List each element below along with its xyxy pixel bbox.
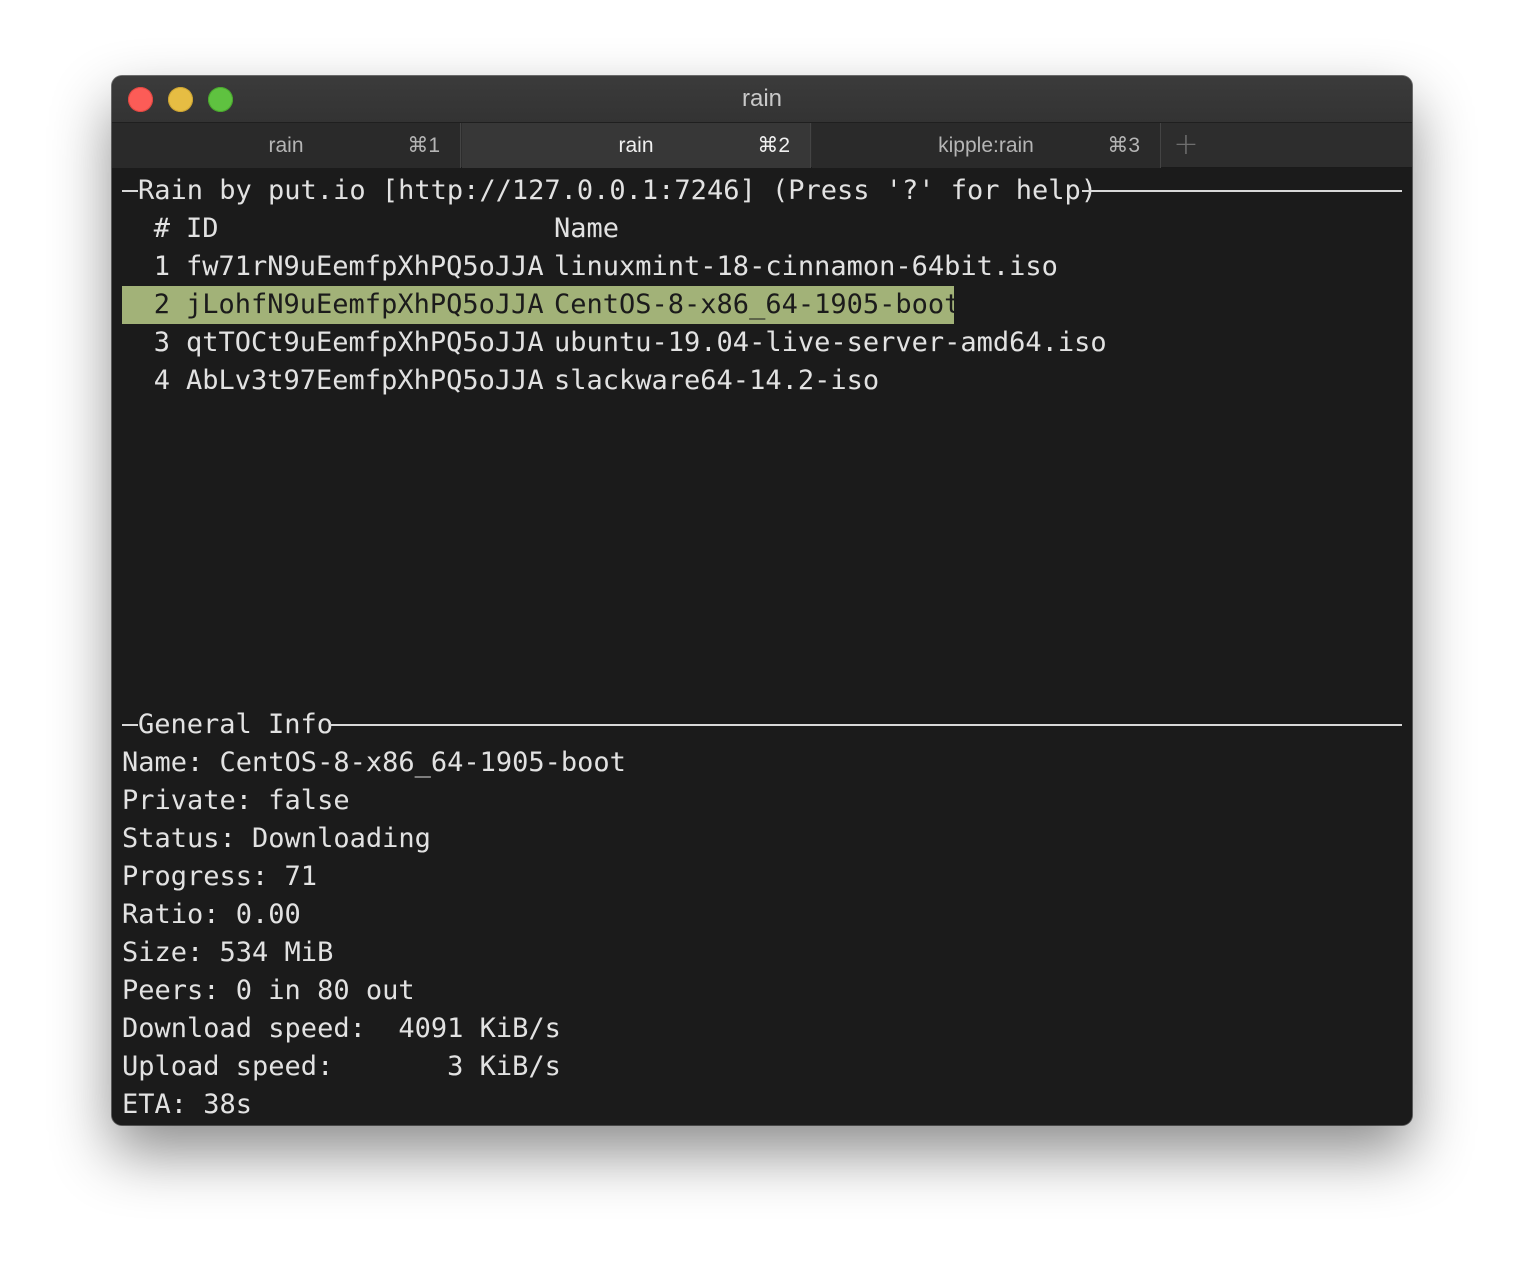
panel-border <box>122 190 138 192</box>
row-id: qtTOCt9uEemfpXhPQ5oJJA <box>186 327 544 358</box>
terminal-content[interactable]: Rain by put.io [http://127.0.0.1:7246] (… <box>112 168 1412 1125</box>
row-num: 3 <box>153 327 170 358</box>
info-line: Progress: 71 <box>122 861 318 892</box>
title-bar[interactable]: rain <box>112 76 1412 122</box>
info-line: Download speed: 4091 KiB/s <box>122 1013 561 1044</box>
info-line: Ratio: 0.00 <box>122 899 301 930</box>
info-line: Status: Downloading <box>122 823 431 854</box>
tab-shortcut: ⌘2 <box>757 134 790 157</box>
panel-border <box>122 724 138 726</box>
row-num: 2 <box>153 289 170 320</box>
row-num: 1 <box>153 251 170 282</box>
window-title: rain <box>741 85 783 112</box>
table-header: # ID Name <box>122 210 619 248</box>
tab-shortcut: ⌘1 <box>407 134 440 157</box>
row-name: ubuntu-19.04-live-server-amd64.iso <box>554 327 1107 358</box>
tab-3[interactable]: kipple:rain ⌘3 <box>812 123 1161 168</box>
row-id: jLohfN9uEemfpXhPQ5oJJA <box>186 289 544 320</box>
table-row[interactable]: 1 fw71rN9uEemfpXhPQ5oJJA linuxmint-18-cinn… <box>122 248 1058 286</box>
tab-2[interactable]: rain ⌘2 <box>462 123 811 168</box>
table-row[interactable]: 3 qtTOCt9uEemfpXhPQ5oJJA ubuntu-19.04-live… <box>122 324 1107 362</box>
header-num: # <box>153 213 170 244</box>
new-tab-plus-icon[interactable]: + <box>1166 123 1206 168</box>
info-line: Upload speed: 3 KiB/s <box>122 1051 561 1082</box>
header-id: ID <box>186 213 219 244</box>
row-name: CentOS-8-x86_64-1905-boot <box>554 289 961 320</box>
row-name: slackware64-14.2-iso <box>554 365 880 396</box>
row-id: AbLv3t97EemfpXhPQ5oJJA <box>186 365 544 396</box>
row-num: 4 <box>153 365 170 396</box>
tab-bar: rain ⌘1 rain ⌘2 kipple:rain ⌘3 + <box>112 122 1412 168</box>
table-row[interactable]: 4 AbLv3t97EemfpXhPQ5oJJA slackware64-14.2-… <box>122 362 879 400</box>
header-name: Name <box>554 213 620 244</box>
row-name: linuxmint-18-cinnamon-64bit.iso <box>554 251 1058 282</box>
terminal-window: rain rain ⌘1 rain ⌘2 kipple:rain ⌘3 + Ra… <box>112 76 1412 1125</box>
torrent-panel-title: Rain by put.io [http://127.0.0.1:7246] (… <box>138 175 1098 206</box>
info-line: Size: 534 MiB <box>122 937 334 968</box>
info-panel-title: General Info <box>138 709 334 740</box>
info-line: Name: CentOS-8-x86_64-1905-boot <box>122 747 626 778</box>
panel-border <box>330 724 1402 726</box>
info-line: Peers: 0 in 80 out <box>122 975 415 1006</box>
table-row-selected[interactable]: 2 jLohfN9uEemfpXhPQ5oJJA CentOS-8-x86_64-1… <box>122 286 961 324</box>
info-line: Private: false <box>122 785 350 816</box>
tab-shortcut: ⌘3 <box>1107 134 1140 157</box>
tab-1[interactable]: rain ⌘1 <box>112 123 461 168</box>
panel-border <box>1082 190 1402 192</box>
row-id: fw71rN9uEemfpXhPQ5oJJA <box>186 251 544 282</box>
info-line: ETA: 38s <box>122 1089 253 1120</box>
